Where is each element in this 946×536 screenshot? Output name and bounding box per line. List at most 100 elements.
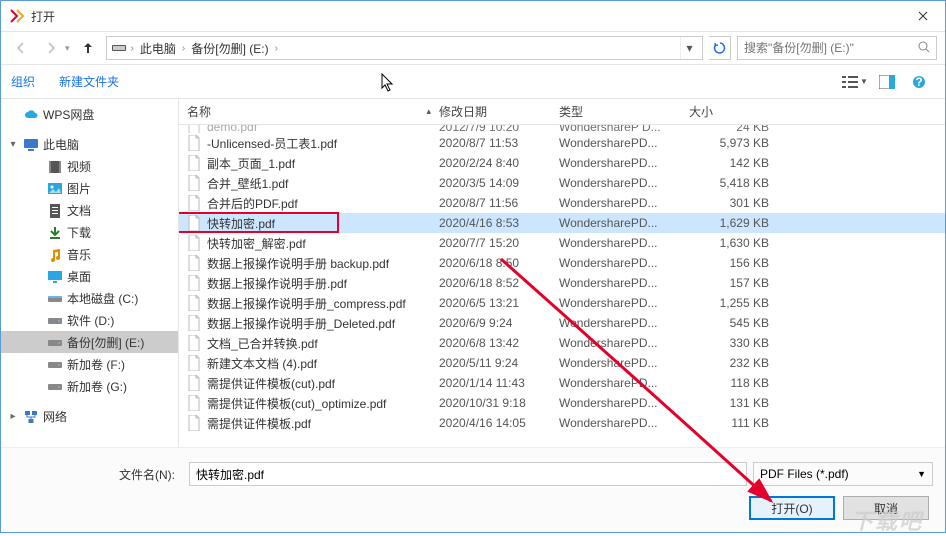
file-date: 2020/3/5 14:09: [439, 176, 559, 190]
file-icon: [187, 395, 201, 411]
sidebar-item[interactable]: 音乐: [1, 243, 178, 265]
file-row[interactable]: -Unlicensed-员工表1.pdf2020/8/7 11:53Wonder…: [179, 133, 945, 153]
file-row[interactable]: 文档_已合并转换.pdf2020/6/8 13:42WondersharePD.…: [179, 333, 945, 353]
back-button[interactable]: [9, 36, 33, 60]
expander-icon[interactable]: ▾: [7, 139, 19, 150]
file-row[interactable]: 需提供证件模板(cut).pdf2020/1/14 11:43Wondersha…: [179, 373, 945, 393]
search-input[interactable]: [744, 41, 912, 55]
file-row[interactable]: 数据上报操作说明手册_Deleted.pdf2020/6/9 9:24Wonde…: [179, 313, 945, 333]
file-name: 快转加密.pdf: [207, 215, 275, 232]
file-icon: [187, 355, 201, 371]
organize-menu[interactable]: 组织: [11, 73, 35, 90]
file-row[interactable]: 快转加密.pdf2020/4/16 8:53WondersharePD...1,…: [179, 213, 945, 233]
filename-input[interactable]: [189, 462, 747, 486]
file-name: 数据上报操作说明手册 backup.pdf: [207, 255, 389, 272]
file-icon: [187, 195, 201, 211]
sidebar-item[interactable]: 视频: [1, 155, 178, 177]
file-row[interactable]: 合并_壁纸1.pdf2020/3/5 14:09WondersharePD...…: [179, 173, 945, 193]
file-icon: [187, 255, 201, 271]
file-row[interactable]: 快转加密_解密.pdf2020/7/7 15:20WondersharePD..…: [179, 233, 945, 253]
preview-pane-button[interactable]: [871, 70, 903, 94]
sidebar-item[interactable]: 图片: [1, 177, 178, 199]
file-size: 131 KB: [689, 396, 789, 410]
file-row[interactable]: 数据上报操作说明手册.pdf2020/6/18 8:52WondershareP…: [179, 273, 945, 293]
breadcrumb-seg[interactable]: 备份[勿删] (E:): [189, 40, 270, 57]
titlebar: 打开: [1, 1, 945, 31]
sidebar-item[interactable]: 桌面: [1, 265, 178, 287]
file-date: 2020/2/24 8:40: [439, 156, 559, 170]
help-button[interactable]: ?: [903, 70, 935, 94]
view-mode-button[interactable]: ▼: [839, 70, 871, 94]
sidebar-item[interactable]: 本地磁盘 (C:): [1, 287, 178, 309]
filter-label: PDF Files (*.pdf): [760, 467, 849, 481]
col-type[interactable]: 类型: [559, 99, 689, 124]
window-title: 打开: [31, 8, 900, 25]
sidebar-item-label: 视频: [67, 158, 91, 175]
sidebar-item[interactable]: ▸网络: [1, 405, 178, 427]
file-icon: [187, 415, 201, 431]
expander-icon[interactable]: ▸: [7, 411, 19, 422]
file-type: WondersharePD...: [559, 236, 689, 250]
close-button[interactable]: [900, 1, 945, 31]
sidebar-item[interactable]: 新加卷 (G:): [1, 375, 178, 397]
forward-button[interactable]: [39, 36, 63, 60]
file-type: WondersharePD...: [559, 176, 689, 190]
breadcrumb[interactable]: › 此电脑 › 备份[勿删] (E:) › ▾: [106, 36, 703, 60]
sidebar-item[interactable]: 文档: [1, 199, 178, 221]
sidebar-item[interactable]: ▾此电脑: [1, 133, 178, 155]
file-name: -Unlicensed-员工表1.pdf: [207, 135, 337, 152]
file-icon: [187, 215, 201, 231]
file-type: WondersharePD...: [559, 356, 689, 370]
file-row[interactable]: 副本_页面_1.pdf2020/2/24 8:40WondersharePD..…: [179, 153, 945, 173]
app-logo-icon: [9, 8, 25, 24]
col-date[interactable]: 修改日期: [439, 99, 559, 124]
file-date: 2020/5/11 9:24: [439, 356, 559, 370]
sidebar-item[interactable]: 下载: [1, 221, 178, 243]
sidebar-item[interactable]: 软件 (D:): [1, 309, 178, 331]
chevron-right-icon: ›: [273, 43, 280, 54]
file-name: 合并后的PDF.pdf: [207, 195, 298, 212]
file-row[interactable]: 需提供证件模板.pdf2020/4/16 14:05WondersharePD.…: [179, 413, 945, 433]
file-type: WondersharePD...: [559, 256, 689, 270]
sidebar-item[interactable]: 备份[勿删] (E:): [1, 331, 178, 353]
file-icon: [187, 125, 201, 133]
search-box[interactable]: [737, 36, 937, 60]
search-icon: [918, 41, 930, 56]
file-date: 2020/6/5 13:21: [439, 296, 559, 310]
dialog-body: WPS网盘 ▾此电脑视频图片文档下载音乐桌面本地磁盘 (C:)软件 (D:)备份[…: [1, 99, 945, 447]
file-row[interactable]: 新建文本文档 (4).pdf2020/5/11 9:24WondershareP…: [179, 353, 945, 373]
history-dropdown-icon[interactable]: ▾: [65, 43, 70, 54]
file-name: 快转加密_解密.pdf: [207, 235, 306, 252]
col-size[interactable]: 大小: [689, 99, 789, 124]
file-size: 24 KB: [689, 125, 789, 133]
file-type: WondersharePD...: [559, 156, 689, 170]
newfolder-button[interactable]: 新建文件夹: [59, 73, 119, 90]
breadcrumb-dropdown[interactable]: ▾: [680, 37, 698, 59]
file-row[interactable]: 数据上报操作说明手册_compress.pdf2020/6/5 13:21Won…: [179, 293, 945, 313]
sidebar-item[interactable]: WPS网盘: [1, 103, 178, 125]
file-rows[interactable]: demo.pdf2012/7/9 10:20WondershareP D...2…: [179, 125, 945, 447]
refresh-button[interactable]: [709, 36, 731, 60]
file-row[interactable]: 需提供证件模板(cut)_optimize.pdf2020/10/31 9:18…: [179, 393, 945, 413]
file-type: WondershareP D...: [559, 125, 689, 133]
file-name: 需提供证件模板(cut).pdf: [207, 375, 335, 392]
cancel-button[interactable]: 取消: [843, 496, 929, 520]
file-name: 文档_已合并转换.pdf: [207, 335, 318, 352]
file-icon: [187, 155, 201, 171]
up-button[interactable]: [76, 36, 100, 60]
filename-label: 文件名(N):: [13, 466, 183, 483]
file-row[interactable]: 数据上报操作说明手册 backup.pdf2020/6/18 8:50Wonde…: [179, 253, 945, 273]
sidebar-item[interactable]: 新加卷 (F:): [1, 353, 178, 375]
col-name[interactable]: 名称▴: [187, 99, 439, 124]
download-icon: [47, 225, 63, 239]
file-date: 2020/8/7 11:56: [439, 196, 559, 210]
open-button[interactable]: 打开(O): [749, 496, 835, 520]
filetype-filter[interactable]: PDF Files (*.pdf) ▼: [753, 462, 933, 486]
file-type: WondersharePD...: [559, 296, 689, 310]
breadcrumb-seg[interactable]: 此电脑: [138, 40, 178, 57]
file-type: WondersharePD...: [559, 416, 689, 430]
file-type: WondersharePD...: [559, 336, 689, 350]
file-row[interactable]: demo.pdf2012/7/9 10:20WondershareP D...2…: [179, 125, 945, 133]
file-row[interactable]: 合并后的PDF.pdf2020/8/7 11:56WondersharePD..…: [179, 193, 945, 213]
file-size: 1,629 KB: [689, 216, 789, 230]
